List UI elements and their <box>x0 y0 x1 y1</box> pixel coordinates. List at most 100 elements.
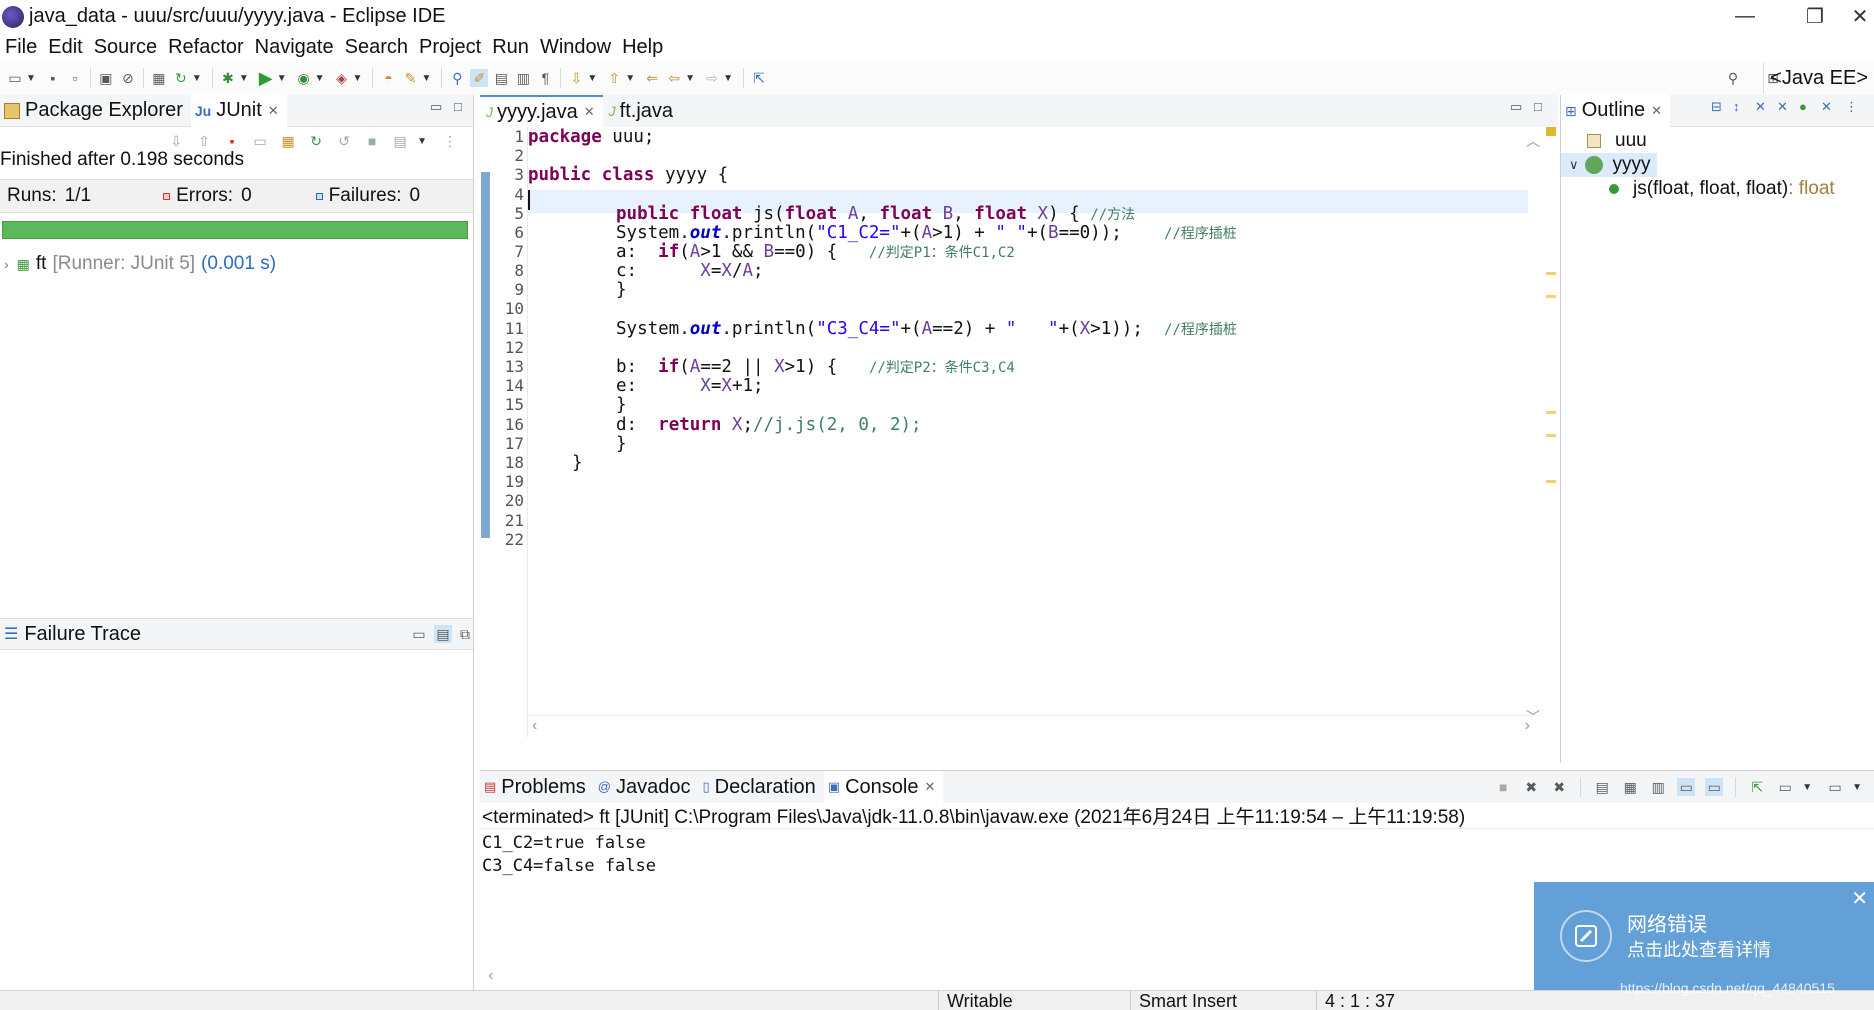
refresh-icon[interactable]: ↻ <box>172 69 190 87</box>
show-failures-only-icon[interactable]: ▪ <box>223 132 241 150</box>
console-output[interactable]: C1_C2=true false C3_C4=false false <box>480 832 1874 878</box>
filter-stack-icon[interactable]: ▭ <box>410 625 428 643</box>
previous-failure-icon[interactable]: ⇧ <box>195 132 213 150</box>
menu-navigate[interactable]: Navigate <box>250 36 340 59</box>
open-task-icon[interactable]: ✎ <box>401 69 419 87</box>
tab-ft-java[interactable]: J ft.java <box>603 95 681 127</box>
warning-marker[interactable] <box>1546 127 1556 136</box>
terminal-icon[interactable]: ▣ <box>97 69 115 87</box>
block-selection-icon[interactable]: ▤ <box>492 69 510 87</box>
menu-search[interactable]: Search <box>340 36 414 59</box>
tab-problems[interactable]: ▤ Problems <box>480 771 594 803</box>
chevron-down-icon[interactable]: ▼ <box>1802 782 1812 793</box>
close-icon[interactable]: ✕ <box>1851 886 1868 911</box>
tab-package-explorer[interactable]: Package Explorer <box>0 95 191 127</box>
tab-console[interactable]: ▣ Console ✕ <box>823 771 944 803</box>
run-icon[interactable]: ▶ <box>257 68 275 88</box>
menu-help[interactable]: Help <box>617 36 669 59</box>
menu-project[interactable]: Project <box>414 36 487 59</box>
external-tools-icon[interactable]: ◈ <box>333 69 351 87</box>
menu-source[interactable]: Source <box>89 36 163 59</box>
status-insert-mode[interactable]: Smart Insert <box>1130 991 1316 1010</box>
rerun-icon[interactable]: ↻ <box>307 132 325 150</box>
chevron-down-icon[interactable]: ▼ <box>685 73 695 84</box>
chevron-down-icon[interactable]: ▼ <box>26 73 36 84</box>
occurrence-marker[interactable] <box>1546 411 1556 414</box>
close-icon[interactable]: ✕ <box>925 779 936 795</box>
close-button[interactable]: ✕ <box>1845 0 1874 33</box>
collapse-all-icon[interactable]: ⊟ <box>1711 99 1722 115</box>
word-wrap-icon[interactable]: ▥ <box>1649 778 1667 796</box>
chevron-down-icon[interactable]: ▼ <box>723 73 733 84</box>
chevron-down-icon[interactable]: ▼ <box>239 73 249 84</box>
tab-javadoc[interactable]: @ Javadoc <box>594 771 699 803</box>
maximize-view-icon[interactable]: □ <box>1534 99 1542 114</box>
restore-button[interactable]: ❐ <box>1790 0 1840 33</box>
clear-console-icon[interactable]: ▤ <box>1593 778 1611 796</box>
remove-launch-icon[interactable]: ✖ <box>1522 778 1540 796</box>
save-icon[interactable]: ▪ <box>44 69 62 87</box>
menu-run[interactable]: Run <box>487 36 535 59</box>
code-area[interactable]: 1 2 3 4 5 6 7 8 9 10 11 12 13 14 15 16 17 18 19 20 21 22 pack… <box>480 127 1558 737</box>
rerun-failed-icon[interactable]: ↺ <box>335 132 353 150</box>
minimize-view-icon[interactable]: ▭ <box>430 99 442 115</box>
maximize-view-icon[interactable]: □ <box>454 99 462 114</box>
hide-fields-icon[interactable]: ✕ <box>1755 99 1766 115</box>
menu-file[interactable]: File <box>0 36 43 59</box>
menu-window[interactable]: Window <box>535 36 617 59</box>
save-all-icon[interactable]: ▫ <box>66 69 84 87</box>
remove-all-icon[interactable]: ✖ <box>1550 778 1568 796</box>
test-tree-item[interactable]: › ▦ ft [Runner: JUnit 5] (0.001 s) <box>0 253 473 275</box>
scroll-up-icon[interactable]: ︿ <box>1526 131 1540 151</box>
chevron-down-icon[interactable]: ▼ <box>315 73 325 84</box>
outline-method[interactable]: js(float, float, float) : float <box>1561 177 1874 201</box>
forward-icon[interactable]: ⇨ <box>703 69 721 87</box>
chevron-down-icon[interactable]: ▼ <box>1852 782 1862 793</box>
test-history-icon[interactable]: ▤ <box>391 132 409 150</box>
view-menu-icon[interactable]: ⋮ <box>441 132 459 150</box>
debug-icon[interactable]: ✱ <box>219 69 237 87</box>
scroll-right-icon[interactable]: › <box>1525 717 1530 735</box>
editor-horizontal-scrollbar[interactable]: ‹ › <box>528 715 1538 737</box>
close-icon[interactable]: ✕ <box>1651 103 1662 119</box>
last-edit-icon[interactable]: ⇐ <box>643 69 661 87</box>
back-icon[interactable]: ⇦ <box>665 69 683 87</box>
chevron-down-icon[interactable]: ▼ <box>625 73 635 84</box>
word-wrap-icon[interactable]: ▥ <box>514 69 532 87</box>
minimize-view-icon[interactable]: ▭ <box>1510 99 1522 115</box>
compare-result-icon[interactable]: ▤ <box>434 625 452 643</box>
show-on-stdout-icon[interactable]: ▭ <box>1677 778 1696 796</box>
hide-static-icon[interactable]: ✕ <box>1777 99 1788 115</box>
chevron-down-icon[interactable]: ∨ <box>1569 157 1579 173</box>
scroll-lock-icon[interactable]: ▭ <box>251 132 269 150</box>
new-icon[interactable]: ▭ <box>6 69 24 87</box>
chevron-right-icon[interactable]: › <box>4 256 9 272</box>
occurrence-marker[interactable] <box>1546 272 1556 275</box>
perspective-switcher[interactable]: <Java EE> <box>1763 63 1874 93</box>
terminate-icon[interactable]: ■ <box>1494 778 1512 796</box>
chevron-down-icon[interactable]: ▼ <box>587 73 597 84</box>
hide-nonpublic-icon[interactable]: ● <box>1799 99 1807 114</box>
previous-annotation-icon[interactable]: ⇧ <box>605 69 623 87</box>
skip-breakpoints-icon[interactable]: ⊘ <box>119 69 137 87</box>
pin-console-icon[interactable]: ⇱ <box>1748 778 1766 796</box>
copy-trace-icon[interactable]: ⧉ <box>456 625 474 643</box>
chevron-down-icon[interactable]: ▼ <box>192 73 202 84</box>
occurrence-marker[interactable] <box>1546 480 1556 483</box>
open-console-icon[interactable]: ▭ <box>1826 778 1844 796</box>
search-pin-icon[interactable]: ⚲ <box>448 69 466 87</box>
sort-icon[interactable]: ↕ <box>1733 99 1740 114</box>
scroll-lock-icon[interactable]: ▦ <box>1621 778 1639 796</box>
stop-icon[interactable]: ■ <box>363 132 381 150</box>
outline-class[interactable]: ∨ yyyy <box>1561 153 1657 177</box>
scroll-left-icon[interactable]: ‹ <box>532 717 537 735</box>
mark-occurrences-icon[interactable]: ✐ <box>470 69 489 87</box>
server-icon[interactable]: ▦ <box>150 69 168 87</box>
coverage-icon[interactable]: ◉ <box>295 69 313 87</box>
pin-editor-icon[interactable]: ⇱ <box>750 69 768 87</box>
whitespace-icon[interactable]: ¶ <box>536 69 554 87</box>
chevron-down-icon[interactable]: ▼ <box>353 73 363 84</box>
hide-local-types-icon[interactable]: ✕ <box>1821 99 1832 115</box>
outline-package[interactable]: uuu <box>1587 129 1874 153</box>
open-type-icon[interactable]: ◓ <box>379 69 397 87</box>
